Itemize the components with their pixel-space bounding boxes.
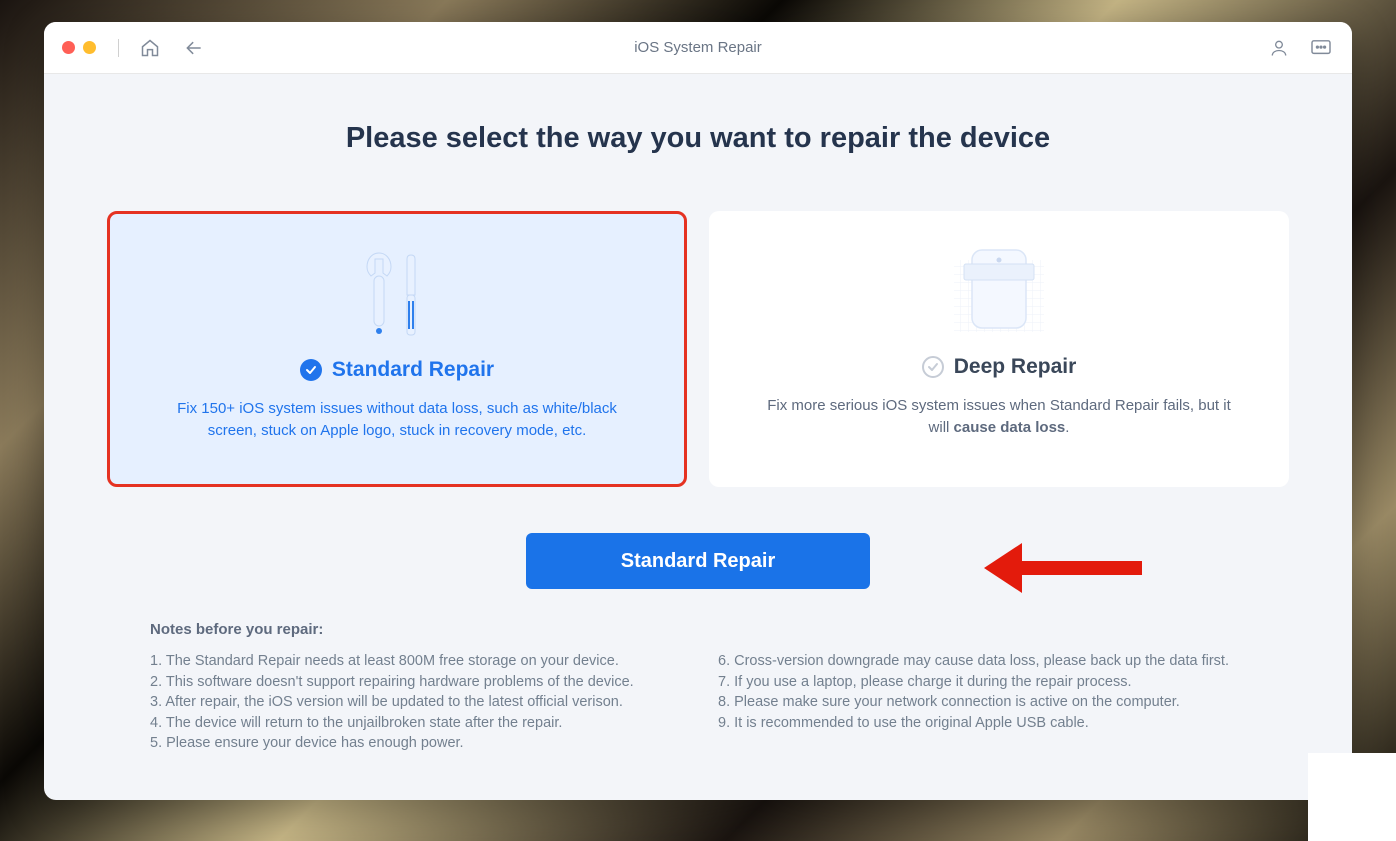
- titlebar-right: [1268, 37, 1332, 59]
- notes-columns: 1. The Standard Repair needs at least 80…: [150, 652, 1246, 755]
- unselected-check-icon: [922, 356, 944, 378]
- traffic-lights: [62, 39, 119, 57]
- start-repair-button[interactable]: Standard Repair: [526, 533, 870, 589]
- note-item: 2. This software doesn't support repairi…: [150, 673, 678, 693]
- minimize-window-button[interactable]: [83, 41, 96, 54]
- repair-option-cards: Standard Repair Fix 150+ iOS system issu…: [104, 211, 1292, 487]
- standard-repair-card[interactable]: Standard Repair Fix 150+ iOS system issu…: [107, 211, 687, 487]
- feedback-button[interactable]: [1310, 37, 1332, 59]
- note-item: 9. It is recommended to use the original…: [718, 714, 1246, 734]
- standard-repair-title: Standard Repair: [332, 358, 494, 382]
- device-firmware-icon: [944, 242, 1054, 342]
- standard-repair-title-row: Standard Repair: [300, 358, 494, 382]
- deep-repair-title-row: Deep Repair: [922, 355, 1077, 379]
- home-button[interactable]: [139, 37, 161, 59]
- selected-check-icon: [300, 359, 322, 381]
- app-window: iOS System Repair Please select the way …: [44, 22, 1352, 800]
- note-item: 8. Please make sure your network connect…: [718, 693, 1246, 713]
- account-button[interactable]: [1268, 37, 1290, 59]
- deep-repair-desc-after: .: [1065, 419, 1069, 436]
- deep-repair-title: Deep Repair: [954, 355, 1077, 379]
- note-item: 6. Cross-version downgrade may cause dat…: [718, 652, 1246, 672]
- annotation-arrow-icon: [982, 539, 1152, 597]
- standard-repair-illustration: [357, 242, 437, 348]
- user-icon: [1269, 38, 1289, 58]
- window-title: iOS System Repair: [634, 39, 762, 56]
- back-button[interactable]: [183, 37, 205, 59]
- note-item: 5. Please ensure your device has enough …: [150, 734, 678, 754]
- back-arrow-icon: [184, 38, 204, 58]
- notes-column-right: 6. Cross-version downgrade may cause dat…: [718, 652, 1246, 755]
- titlebar-divider: [118, 39, 119, 57]
- nav-icons: [139, 37, 205, 59]
- action-row: Standard Repair: [104, 533, 1292, 589]
- close-window-button[interactable]: [62, 41, 75, 54]
- deep-repair-description: Fix more serious iOS system issues when …: [759, 395, 1239, 439]
- note-item: 3. After repair, the iOS version will be…: [150, 693, 678, 713]
- home-icon: [140, 38, 160, 58]
- titlebar: iOS System Repair: [44, 22, 1352, 74]
- standard-repair-description: Fix 150+ iOS system issues without data …: [160, 398, 634, 442]
- page-headline: Please select the way you want to repair…: [104, 122, 1292, 155]
- deep-repair-desc-bold: cause data loss: [954, 419, 1066, 436]
- notes-title: Notes before you repair:: [150, 621, 1246, 638]
- note-item: 1. The Standard Repair needs at least 80…: [150, 652, 678, 672]
- deep-repair-card[interactable]: Deep Repair Fix more serious iOS system …: [709, 211, 1289, 487]
- note-item: 7. If you use a laptop, please charge it…: [718, 673, 1246, 693]
- feedback-icon: [1310, 39, 1332, 57]
- notes-column-left: 1. The Standard Repair needs at least 80…: [150, 652, 678, 755]
- note-item: 4. The device will return to the unjailb…: [150, 714, 678, 734]
- watermark-box: [1308, 753, 1396, 841]
- deep-repair-illustration: [944, 239, 1054, 345]
- content-area: Please select the way you want to repair…: [44, 74, 1352, 755]
- wrench-screwdriver-icon: [357, 245, 437, 345]
- notes-section: Notes before you repair: 1. The Standard…: [104, 621, 1292, 755]
